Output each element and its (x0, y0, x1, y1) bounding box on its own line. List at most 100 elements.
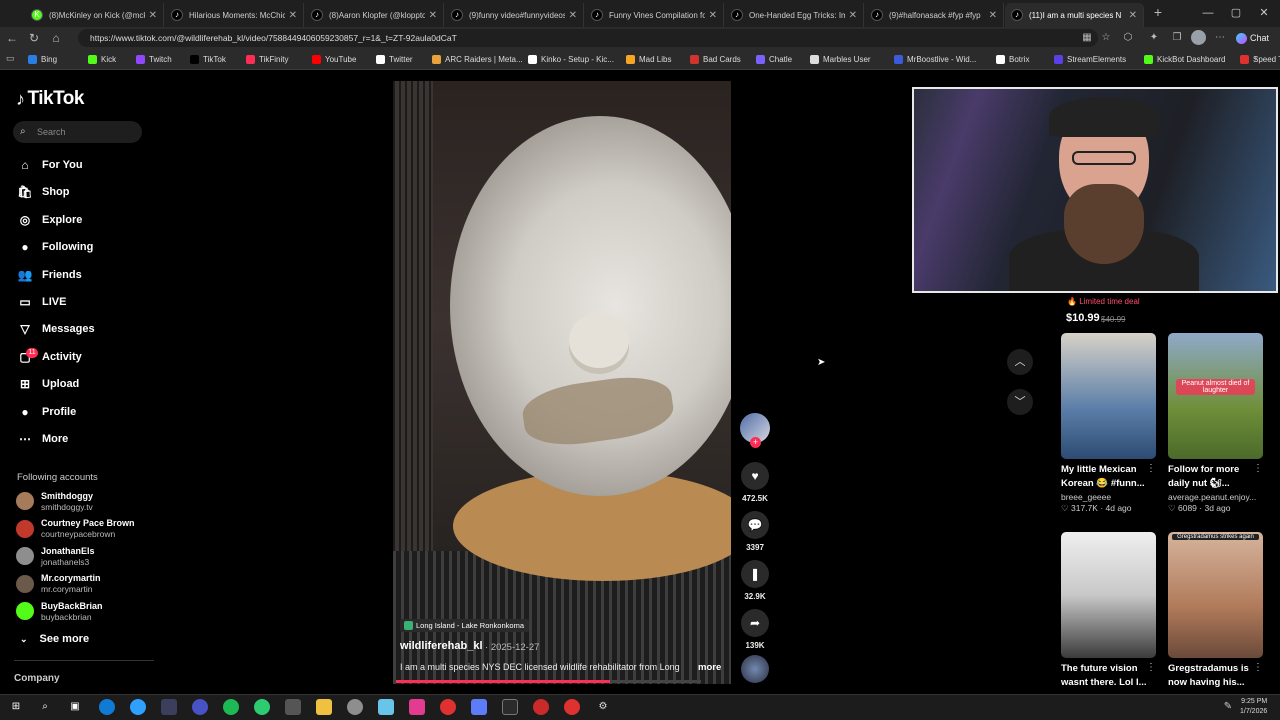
close-tab-icon[interactable]: ✕ (149, 10, 157, 21)
reload-icon[interactable]: ↻ (26, 30, 42, 46)
description-more-button[interactable]: more (698, 662, 721, 673)
app-icon[interactable] (471, 699, 487, 715)
back-icon[interactable]: ← (4, 30, 20, 46)
browser-tab[interactable]: ♪ (11)I am a multi species N ✕ (1005, 3, 1144, 27)
recommended-video-card[interactable]: My little Mexican Korean 😂 #funn... bree… (1061, 333, 1156, 514)
app-icon[interactable] (378, 699, 394, 715)
following-account[interactable]: BuyBackBrian buybackbrian (16, 599, 103, 623)
nav-messages[interactable]: ▽ Messages (16, 320, 94, 338)
split-view-icon[interactable]: ▦ (1080, 31, 1094, 45)
minimize-button[interactable]: — (1194, 4, 1222, 22)
search-input[interactable]: ⌕ Search (13, 121, 142, 143)
extension-puzzle-icon[interactable]: ✦ (1147, 31, 1161, 45)
video-player[interactable] (393, 81, 731, 684)
app-icon[interactable] (130, 699, 146, 715)
recommended-video-card[interactable]: Gregstradamus strikes again Gregstradamu… (1168, 532, 1263, 690)
close-tab-icon[interactable]: ✕ (569, 10, 577, 21)
app-icon[interactable] (347, 699, 363, 715)
task-view-icon[interactable]: ▣ (67, 699, 83, 715)
nav-profile[interactable]: ● Profile (16, 403, 76, 421)
browser-tab[interactable]: K(8)McKinley on Kick (@mckinle✕ (25, 3, 164, 27)
share-button[interactable]: ➦ 139K (741, 609, 769, 650)
see-more-button[interactable]: ⌄ See more (20, 633, 89, 645)
company-link[interactable]: Company (14, 673, 60, 684)
recommended-video-card[interactable]: Peanut almost died of laughter Follow fo… (1168, 333, 1263, 514)
pen-icon[interactable]: ✎ (1220, 699, 1236, 715)
browser-tab[interactable]: ♪Hilarious Moments: McChicken✕ (165, 3, 304, 27)
chevron-right-icon[interactable]: › (1254, 53, 1257, 64)
nav-for-you[interactable]: ⌂ For You (16, 156, 82, 174)
close-tab-icon[interactable]: ✕ (709, 10, 717, 21)
close-tab-icon[interactable]: ✕ (289, 10, 297, 21)
bookmark-item[interactable]: KickBot Dashboard (1144, 52, 1225, 67)
copilot-chat-button[interactable]: Chat (1236, 29, 1276, 47)
card-menu-icon[interactable]: ⋮ (1253, 463, 1263, 474)
nav-shop[interactable]: 🛍 Shop (16, 183, 69, 201)
extensions-icon[interactable]: ⬡ (1121, 31, 1135, 45)
app-icon[interactable] (254, 699, 270, 715)
menu-dots-icon[interactable]: ⋯ (1213, 31, 1227, 45)
bookmark-item[interactable]: ARC Raiders | Meta... (432, 52, 523, 67)
app-icon[interactable] (502, 699, 518, 715)
card-menu-icon[interactable]: ⋮ (1146, 463, 1156, 474)
collections-icon[interactable]: ❐ (1170, 31, 1184, 45)
location-badge[interactable]: Long Island - Lake Ronkonkoma (400, 619, 529, 632)
music-disc-icon[interactable] (741, 655, 769, 683)
app-icon[interactable] (440, 699, 456, 715)
bookmark-item[interactable]: Botrix (996, 52, 1029, 67)
browser-tab[interactable]: ♪ (9)#halfonasack #fyp #fyp ✕ (865, 3, 1004, 27)
bookmark-item[interactable]: Bing (28, 52, 57, 67)
file-explorer-icon[interactable] (316, 699, 332, 715)
new-tab-button[interactable]: + (1150, 5, 1166, 21)
app-icon[interactable] (161, 699, 177, 715)
browser-tab[interactable]: ♪(9)funny video#funnyvideos #p✕ (445, 3, 584, 27)
comment-button[interactable]: 💬 3397 (741, 511, 769, 552)
bookmark-item[interactable]: Mad Libs (626, 52, 671, 67)
profile-avatar[interactable] (1191, 30, 1206, 45)
favorite-star-icon[interactable]: ☆ (1099, 31, 1113, 45)
deal-price[interactable]: $10.99 (1066, 312, 1100, 324)
nav-upload[interactable]: ⊞ Upload (16, 375, 79, 393)
next-video-button[interactable]: ﹀ (1007, 389, 1033, 415)
bookmark-item[interactable]: MrBoostlive - Wid... (894, 52, 976, 67)
bookmark-item[interactable]: Kick (88, 52, 116, 67)
app-icon[interactable] (564, 699, 580, 715)
following-account[interactable]: Smithdoggy smithdoggy.tv (16, 489, 93, 513)
url-field[interactable]: https://www.tiktok.com/@wildliferehab_kl… (78, 29, 1098, 47)
browser-tab[interactable]: ♪One-Handed Egg Tricks: Impre✕ (725, 3, 864, 27)
following-account[interactable]: Courtney Pace Brown courtneypacebrown (16, 517, 135, 541)
like-button[interactable]: ♥ 472.5K (741, 462, 769, 503)
bookmark-item[interactable]: Twitter (376, 52, 413, 67)
close-tab-icon[interactable]: ✕ (429, 10, 437, 21)
following-account[interactable]: JonathanEls jonathanels3 (16, 544, 95, 568)
browser-tab[interactable]: ♪Funny Vines Compilation for N✕ (585, 3, 724, 27)
bookmark-item[interactable]: YouTube (312, 52, 356, 67)
settings-gear-icon[interactable]: ⚙ (595, 699, 611, 715)
bookmark-item[interactable]: TikFinity (246, 52, 288, 67)
close-tab-icon[interactable]: ✕ (849, 10, 857, 21)
spotify-icon[interactable] (223, 699, 239, 715)
tiktok-logo[interactable]: ♪ TikTok (16, 86, 84, 112)
bookmark-item[interactable]: Chatle (756, 52, 792, 67)
bookmark-item[interactable]: Kinko - Setup - Kic... (528, 52, 614, 67)
bookmark-item[interactable]: StreamElements (1054, 52, 1126, 67)
card-menu-icon[interactable]: ⋮ (1253, 662, 1263, 673)
bookmark-item[interactable]: Marbles User (810, 52, 871, 67)
app-icon[interactable] (285, 699, 301, 715)
maximize-button[interactable]: ▢ (1222, 4, 1250, 22)
app-icon[interactable] (533, 699, 549, 715)
nav-more[interactable]: ⋯ More (16, 430, 68, 448)
close-tab-icon[interactable]: ✕ (1129, 10, 1137, 21)
close-window-button[interactable]: ✕ (1250, 4, 1278, 22)
previous-video-button[interactable]: ︿ (1007, 349, 1033, 375)
nav-friends[interactable]: 👥 Friends (16, 266, 82, 284)
bookmark-item[interactable]: Twitch (136, 52, 172, 67)
bookmark-item[interactable]: Bad Cards (690, 52, 741, 67)
app-icon[interactable] (409, 699, 425, 715)
card-menu-icon[interactable]: ⋮ (1146, 662, 1156, 673)
close-tab-icon[interactable]: ✕ (989, 10, 997, 21)
nav-live[interactable]: ▭ LIVE (16, 293, 66, 311)
system-clock[interactable]: 9:25 PM 1/7/2026 (1240, 697, 1267, 717)
bookmark-item[interactable]: TikTok (190, 52, 226, 67)
recommended-video-card[interactable]: The future vision wasnt there. Lol I... … (1061, 532, 1156, 690)
